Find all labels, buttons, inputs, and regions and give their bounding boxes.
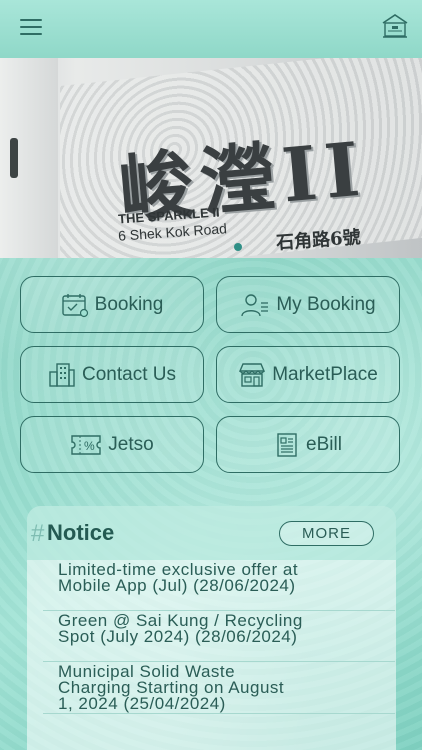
marketplace-label: MarketPlace xyxy=(272,363,378,385)
notice-panel: # Notice MORE Limited-time exclusive off… xyxy=(27,506,396,750)
notice-title: Notice xyxy=(47,520,115,545)
bill-document-icon xyxy=(277,432,297,457)
hamburger-menu-icon[interactable] xyxy=(18,14,44,40)
notice-list: Limited-time exclusive offer at Mobile A… xyxy=(27,560,396,714)
ebill-label: eBill xyxy=(306,433,342,455)
discount-ticket-icon: % xyxy=(71,434,101,455)
banner-pillar xyxy=(0,58,58,258)
app-header xyxy=(0,0,422,58)
jetso-button[interactable]: % Jetso xyxy=(20,416,204,473)
notice-item-line: Spot (July 2024) (28/06/2024) xyxy=(58,627,298,646)
building-home-icon[interactable] xyxy=(380,12,410,40)
building-icon xyxy=(49,362,75,387)
contact-us-label: Contact Us xyxy=(82,363,176,385)
calendar-icon xyxy=(61,293,88,317)
my-booking-button[interactable]: My Booking xyxy=(216,276,400,333)
notice-item[interactable]: Green @ Sai Kung / Recycling Spot (July … xyxy=(43,611,395,662)
banner-lamp xyxy=(10,138,18,178)
carousel-dot-indicator[interactable] xyxy=(234,243,242,251)
more-button[interactable]: MORE xyxy=(279,521,374,546)
hash-decoration-icon: # xyxy=(31,520,45,547)
my-booking-label: My Booking xyxy=(276,293,376,315)
svg-text:%: % xyxy=(84,439,95,453)
notice-item-line: Mobile App (Jul) (28/06/2024) xyxy=(58,576,296,595)
booking-button[interactable]: Booking xyxy=(20,276,204,333)
jetso-label: Jetso xyxy=(108,433,154,455)
notice-item[interactable]: Municipal Solid Waste Charging Starting … xyxy=(43,662,395,714)
notice-item[interactable]: Limited-time exclusive offer at Mobile A… xyxy=(43,560,395,611)
banner-carousel[interactable]: 峻瀅II THE SPARKLE II 6 Shek Kok Road 石角路6… xyxy=(0,58,422,258)
storefront-icon xyxy=(239,362,266,387)
contact-us-button[interactable]: Contact Us xyxy=(20,346,204,403)
banner-sign-road-chinese: 石角路6號 xyxy=(275,227,362,254)
notice-header: # Notice MORE xyxy=(27,506,396,560)
ebill-button[interactable]: eBill xyxy=(216,416,400,473)
user-list-icon xyxy=(241,293,269,316)
marketplace-button[interactable]: MarketPlace xyxy=(216,346,400,403)
notice-item-line: 1, 2024 (25/04/2024) xyxy=(58,694,226,713)
booking-label: Booking xyxy=(94,293,164,315)
